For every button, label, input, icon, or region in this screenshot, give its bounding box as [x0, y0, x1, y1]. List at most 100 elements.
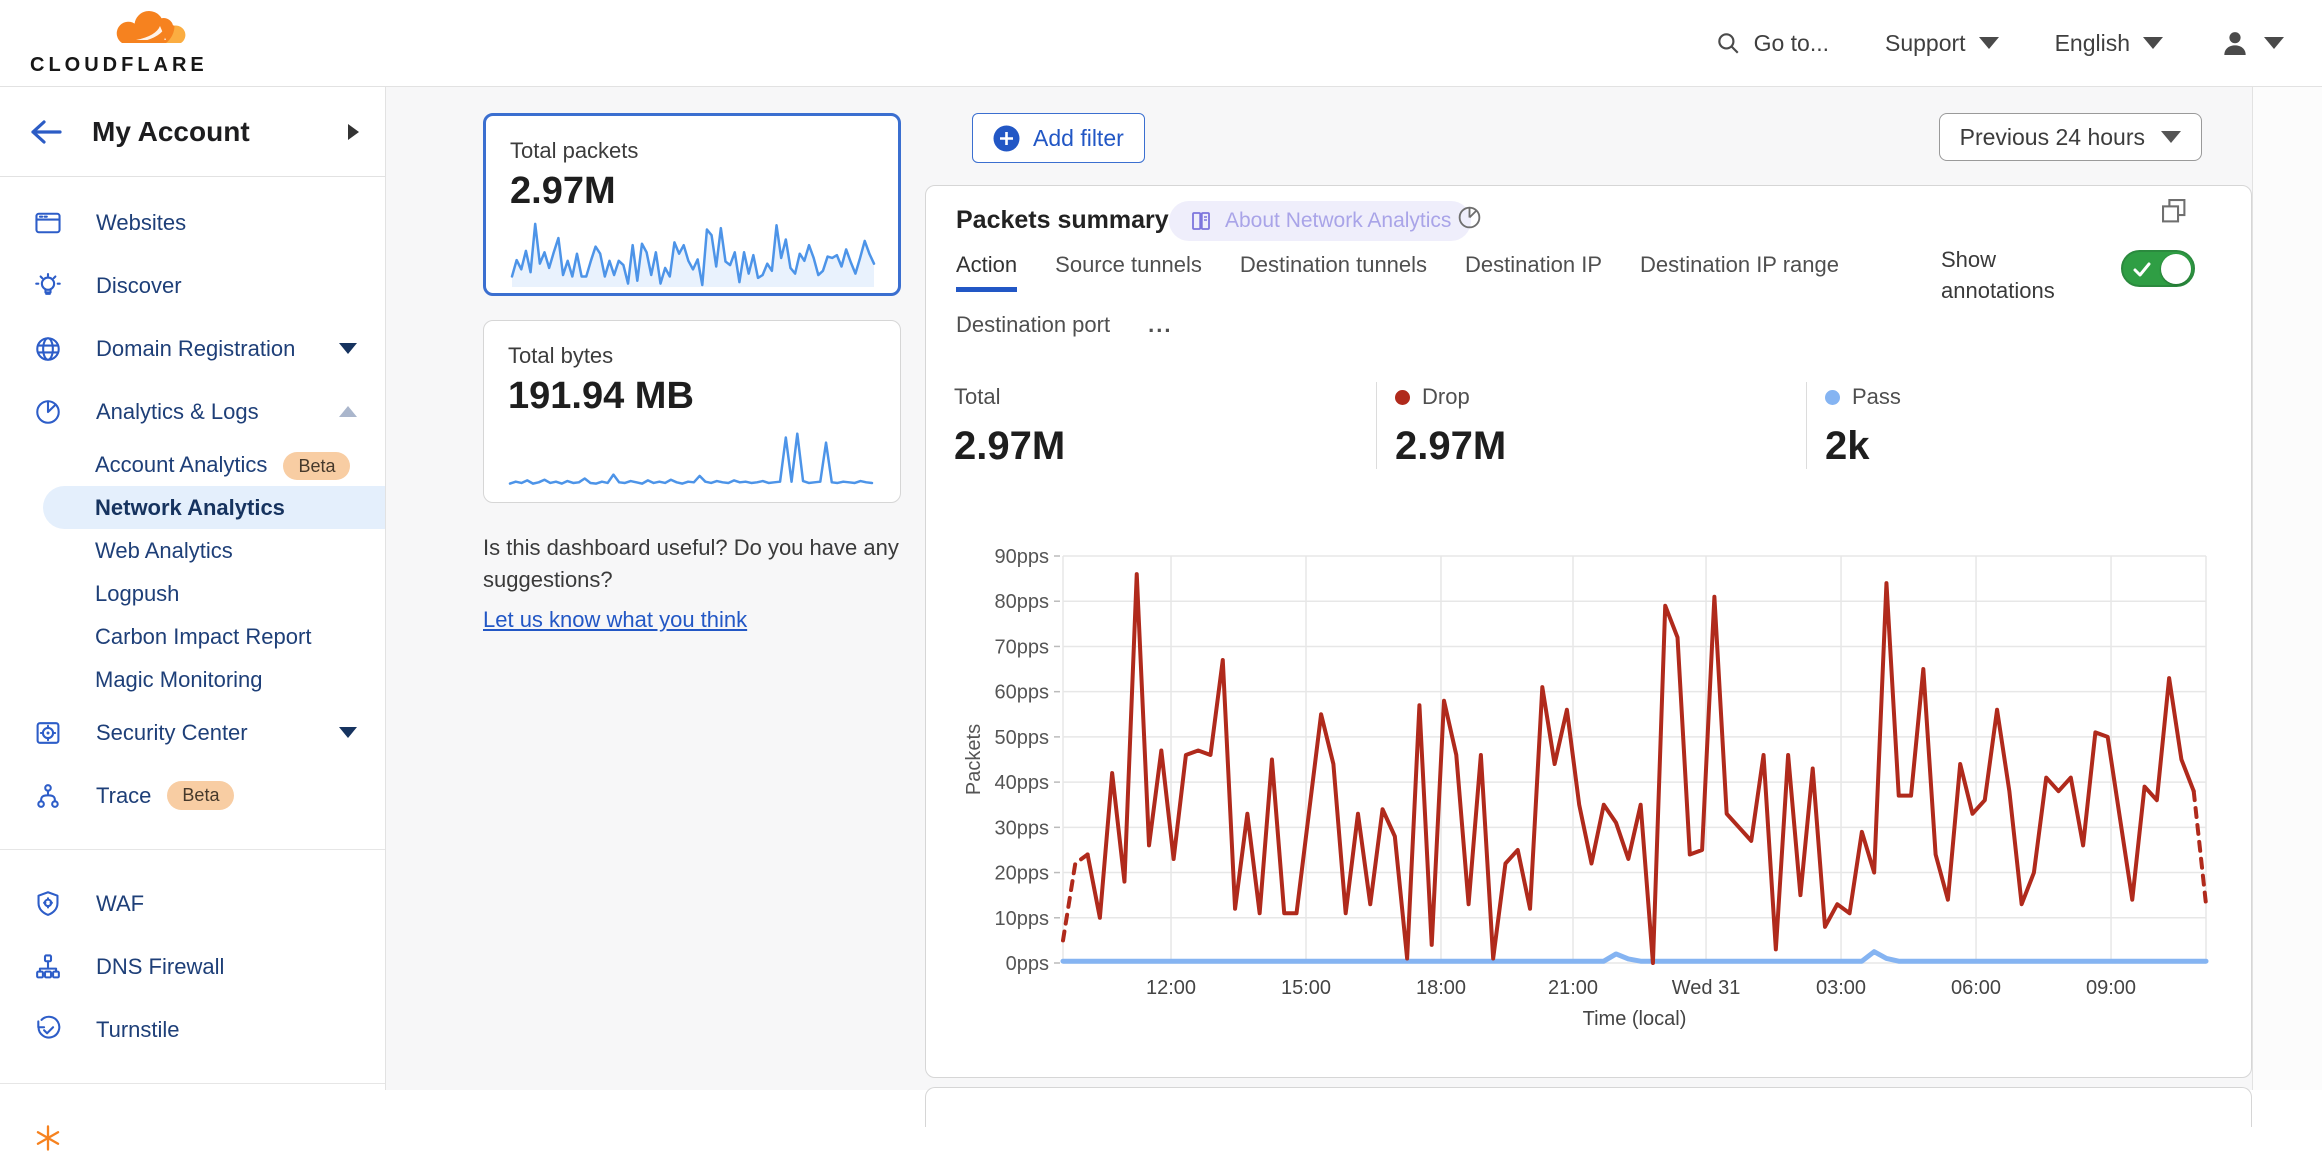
sidebar-item-trace[interactable]: TraceBeta: [0, 764, 385, 827]
stat-value: 2.97M: [1395, 424, 1806, 469]
next-panel-edge: [925, 1087, 2252, 1127]
check-icon: [2132, 260, 2152, 280]
add-filter-button[interactable]: Add filter: [972, 113, 1145, 163]
sidebar-item-account-analytics[interactable]: Account AnalyticsBeta: [0, 443, 385, 486]
chevron-right-icon[interactable]: [348, 124, 359, 140]
total-bytes-sparkline: [508, 418, 876, 498]
dns-firewall-icon: [32, 952, 64, 982]
feedback-question: Is this dashboard useful? Do you have an…: [483, 535, 899, 592]
content-area: Total packets 2.97M Total bytes 191.94 M…: [386, 87, 2252, 1090]
stat-drop: Drop 2.97M: [1376, 382, 1806, 469]
svg-text:0pps: 0pps: [1006, 953, 1049, 975]
stat-label: Drop: [1422, 384, 1470, 410]
waf-icon: [32, 889, 64, 919]
language-menu[interactable]: English: [2055, 30, 2163, 57]
sidebar-item-zero-trust-icon[interactable]: [0, 1106, 385, 1169]
chevron-up-icon: [339, 406, 357, 417]
support-menu[interactable]: Support: [1885, 30, 1999, 57]
tab-destination-ip-range[interactable]: Destination IP range: [1640, 252, 1839, 292]
svg-text:90pps: 90pps: [995, 546, 1050, 568]
svg-text:30pps: 30pps: [995, 817, 1050, 839]
tab-destination-tunnels[interactable]: Destination tunnels: [1240, 252, 1427, 292]
total-packets-sparkline: [510, 213, 878, 293]
svg-text:Wed 31: Wed 31: [1672, 977, 1741, 999]
cloudflare-logo[interactable]: CLOUDFLARE: [30, 10, 195, 77]
time-range-dropdown[interactable]: Previous 24 hours: [1939, 113, 2202, 161]
sidebar-item-label: Account AnalyticsBeta: [95, 452, 350, 478]
about-network-analytics-badge[interactable]: About Network Analytics: [1169, 201, 1471, 241]
goto-search[interactable]: Go to...: [1715, 30, 1829, 57]
sidebar-item-security-center[interactable]: Security Center: [0, 701, 385, 764]
pie-chart-icon[interactable]: [1456, 204, 1483, 236]
tab-destination-ip[interactable]: Destination IP: [1465, 252, 1602, 292]
time-range-label: Previous 24 hours: [1960, 124, 2145, 151]
top-bar: CLOUDFLARE Go to... Support English: [0, 0, 2322, 87]
websites-icon: [32, 208, 64, 238]
sidebar-item-waf[interactable]: WAF: [0, 872, 385, 935]
feedback-link[interactable]: Let us know what you think: [483, 604, 747, 636]
svg-text:50pps: 50pps: [995, 727, 1050, 749]
svg-text:06:00: 06:00: [1951, 977, 2001, 999]
cloudflare-logo-text: CLOUDFLARE: [30, 54, 208, 77]
svg-text:20pps: 20pps: [995, 863, 1050, 885]
sidebar-item-analytics-logs[interactable]: Analytics & Logs: [0, 380, 385, 443]
stat-label: Pass: [1852, 384, 1901, 410]
tab-more[interactable]: ...: [1148, 312, 1172, 347]
sidebar-item-logpush[interactable]: Logpush: [0, 572, 385, 615]
tab-action[interactable]: Action: [956, 252, 1017, 292]
beta-badge: Beta: [283, 452, 350, 480]
book-icon: [1189, 209, 1213, 233]
globe-icon: [32, 334, 64, 364]
chevron-down-icon: [2264, 37, 2284, 49]
sidebar-item-discover[interactable]: Discover: [0, 254, 385, 317]
tab-source-tunnels[interactable]: Source tunnels: [1055, 252, 1202, 292]
sidebar-item-websites[interactable]: Websites: [0, 191, 385, 254]
search-icon: [1715, 30, 1741, 56]
show-annotations-toggle[interactable]: [2121, 250, 2195, 287]
total-bytes-title: Total bytes: [508, 343, 876, 369]
svg-text:09:00: 09:00: [2086, 977, 2136, 999]
language-label: English: [2055, 30, 2130, 57]
sidebar-item-web-analytics[interactable]: Web Analytics: [0, 529, 385, 572]
plus-circle-icon: [993, 125, 1020, 152]
cloudflare-cloud-icon: [108, 10, 192, 52]
packets-summary-panel: Packets summary About Network Analytics …: [925, 185, 2252, 1078]
account-menu[interactable]: [2219, 27, 2284, 59]
tab-destination-port[interactable]: Destination port: [956, 312, 1110, 347]
sidebar-item-label: Logpush: [95, 581, 179, 607]
expand-panel-icon[interactable]: [2159, 196, 2189, 231]
total-bytes-card[interactable]: Total bytes 191.94 MB: [483, 320, 901, 503]
svg-text:80pps: 80pps: [995, 591, 1050, 613]
sidebar-item-carbon-impact-report[interactable]: Carbon Impact Report: [0, 615, 385, 658]
beta-badge: Beta: [167, 781, 234, 810]
sidebar-item-turnstile[interactable]: Turnstile: [0, 998, 385, 1061]
toggle-knob: [2161, 254, 2191, 284]
stat-label: Total: [954, 384, 1000, 410]
sidebar-item-domain-registration[interactable]: Domain Registration: [0, 317, 385, 380]
total-packets-card[interactable]: Total packets 2.97M: [483, 113, 901, 296]
stats-row: Total2.97MDrop2.97MPass2k: [954, 382, 2223, 469]
feedback-block: Is this dashboard useful? Do you have an…: [483, 532, 943, 636]
trace-icon: [32, 781, 64, 811]
sidebar-item-magic-monitoring[interactable]: Magic Monitoring: [0, 658, 385, 701]
sidebar-item-label: Network Analytics: [95, 495, 285, 521]
support-label: Support: [1885, 30, 1966, 57]
packets-chart[interactable]: 0pps10pps20pps30pps40pps50pps60pps70pps8…: [946, 536, 2236, 1046]
sidebar-item-label: Carbon Impact Report: [95, 624, 311, 650]
sidebar-item-label: Magic Monitoring: [95, 667, 263, 693]
about-badge-label: About Network Analytics: [1225, 209, 1451, 233]
goto-label: Go to...: [1754, 30, 1829, 57]
scroll-gutter[interactable]: [2252, 87, 2322, 1090]
security-center-icon: [32, 718, 64, 748]
user-icon: [2219, 27, 2251, 59]
packets-chart-wrap: 0pps10pps20pps30pps40pps50pps60pps70pps8…: [946, 536, 2236, 1051]
svg-text:21:00: 21:00: [1548, 977, 1598, 999]
chevron-down-icon: [2143, 37, 2163, 49]
back-arrow-icon[interactable]: [28, 117, 64, 147]
sidebar-item-dns-firewall[interactable]: DNS Firewall: [0, 935, 385, 998]
sidebar-item-label: Security Center: [96, 720, 307, 746]
sidebar-item-network-analytics[interactable]: Network Analytics: [43, 486, 385, 529]
sidebar-item-label: Discover: [96, 273, 357, 299]
stat-total: Total2.97M: [954, 382, 1376, 469]
total-bytes-value: 191.94 MB: [508, 375, 876, 418]
